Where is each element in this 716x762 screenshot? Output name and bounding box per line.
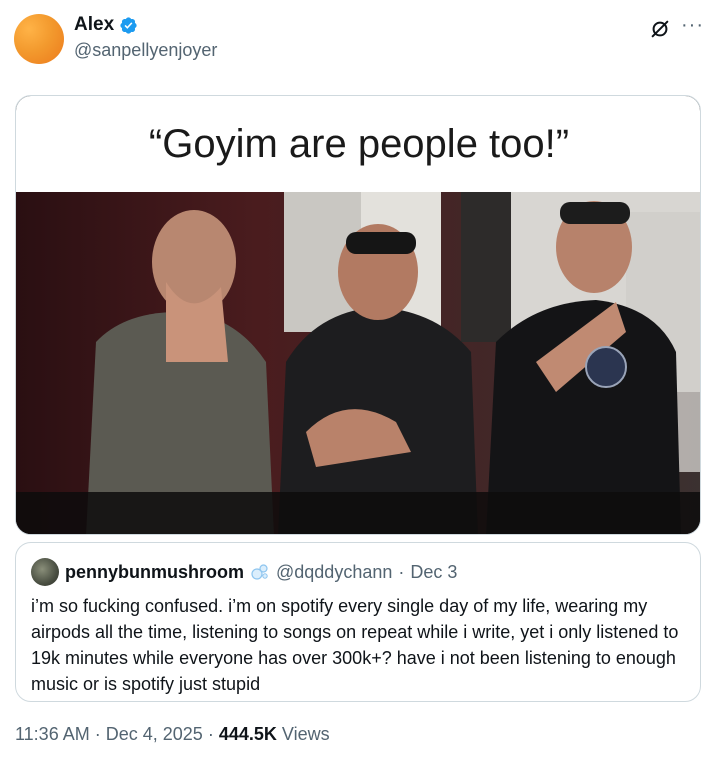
post-header: Alex @sanpellyenjoyer ··· bbox=[14, 12, 704, 66]
media-caption: “Goyim are people too!” bbox=[148, 121, 570, 166]
quoted-post-date[interactable]: Dec 3 bbox=[410, 562, 457, 583]
post-media[interactable]: “Goyim are people too!” bbox=[15, 95, 701, 535]
views-label: Views bbox=[281, 724, 330, 744]
quoted-author-avatar[interactable] bbox=[31, 558, 59, 586]
author-avatar[interactable] bbox=[14, 14, 64, 64]
author-display-name[interactable]: Alex bbox=[74, 14, 114, 36]
post-time[interactable]: 11:36 AM bbox=[15, 724, 90, 744]
quoted-post-text: i’m so fucking confused. i’m on spotify … bbox=[31, 596, 679, 694]
quoted-separator: · bbox=[398, 561, 405, 582]
quoted-author-handle[interactable]: @dqddychann bbox=[276, 562, 392, 583]
post-date[interactable]: Dec 4, 2025 bbox=[106, 724, 203, 744]
bubbles-badge-icon bbox=[250, 562, 270, 582]
metadata-separator: · bbox=[94, 724, 101, 744]
quoted-author-display-name[interactable]: pennybunmushroom bbox=[65, 562, 244, 583]
post-metadata: 11:36 AM · Dec 4, 2025 · 444.5K Views bbox=[15, 724, 330, 745]
more-options-icon[interactable]: ··· bbox=[681, 14, 704, 37]
metadata-separator: · bbox=[207, 724, 214, 744]
author-name-row: Alex bbox=[74, 14, 138, 36]
video-still-image[interactable] bbox=[16, 192, 701, 535]
author-handle[interactable]: @sanpellyenjoyer bbox=[74, 40, 217, 61]
media-caption-bar: “Goyim are people too!” bbox=[16, 96, 700, 192]
verified-badge-icon bbox=[119, 16, 138, 35]
grok-icon[interactable] bbox=[649, 18, 671, 40]
views-count[interactable]: 444.5K bbox=[219, 724, 277, 744]
quoted-post-header: pennybunmushroom @dqddychann · Dec 3 bbox=[31, 558, 457, 586]
quoted-post[interactable]: pennybunmushroom @dqddychann · Dec 3 i’m… bbox=[15, 542, 701, 702]
